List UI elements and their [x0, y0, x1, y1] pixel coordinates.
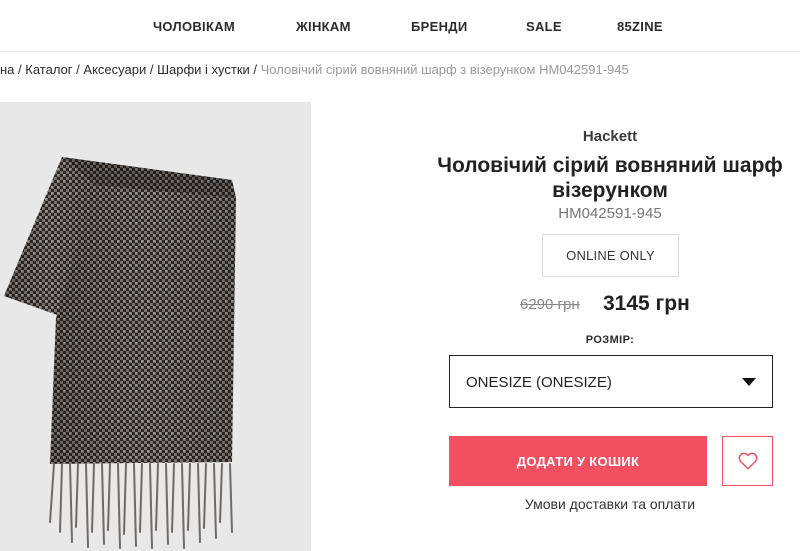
size-select-value: ONESIZE (ONESIZE): [466, 374, 612, 391]
nav-link-women[interactable]: ЖІНКАМ: [296, 19, 351, 34]
product-sku: HM042591-945: [558, 205, 662, 222]
breadcrumb-separator: /: [149, 62, 158, 77]
breadcrumb-home[interactable]: на: [0, 62, 14, 77]
top-navigation: ЧОЛОВІКАМ ЖІНКАМ БРЕНДИ SALE 85ZINE: [0, 0, 800, 52]
breadcrumb-separator: /: [253, 62, 261, 77]
size-label: РОЗМІР:: [585, 334, 635, 346]
product-brand[interactable]: Hackett: [550, 128, 670, 145]
heart-icon: [738, 452, 757, 470]
delivery-terms-link[interactable]: Умови доставки та оплати: [490, 496, 730, 512]
price-new: 3145 грн: [603, 292, 690, 315]
product-title: Чоловічий сірий вовняний шарф візерунком: [400, 153, 800, 203]
breadcrumb-scarves[interactable]: Шарфи і хустки: [157, 62, 250, 77]
breadcrumb: на / Каталог / Аксесуари / Шарфи і хустк…: [0, 62, 800, 80]
breadcrumb-current: Чоловічий сірий вовняний шарф з візерунк…: [260, 62, 629, 77]
nav-link-sale[interactable]: SALE: [526, 19, 562, 34]
product-title-line-1: Чоловічий сірий вовняний шарф: [437, 154, 783, 177]
nav-link-85zine[interactable]: 85ZINE: [617, 19, 663, 34]
nav-link-brands[interactable]: БРЕНДИ: [411, 19, 467, 34]
add-to-cart-button[interactable]: ДОДАТИ У КОШИК: [449, 436, 707, 486]
size-select[interactable]: ONESIZE (ONESIZE): [449, 355, 773, 408]
breadcrumb-catalog[interactable]: Каталог: [25, 62, 72, 77]
product-title-line-2: візерунком: [552, 179, 668, 202]
price-old: 6290 грн: [520, 296, 580, 313]
online-only-badge: ONLINE ONLY: [542, 234, 679, 277]
product-image[interactable]: [0, 102, 311, 551]
nav-link-men[interactable]: ЧОЛОВІКАМ: [153, 19, 235, 34]
chevron-down-icon: [742, 378, 756, 386]
breadcrumb-accessories[interactable]: Аксесуари: [83, 62, 146, 77]
wishlist-button[interactable]: [722, 436, 773, 486]
scarf-image: [4, 157, 236, 549]
